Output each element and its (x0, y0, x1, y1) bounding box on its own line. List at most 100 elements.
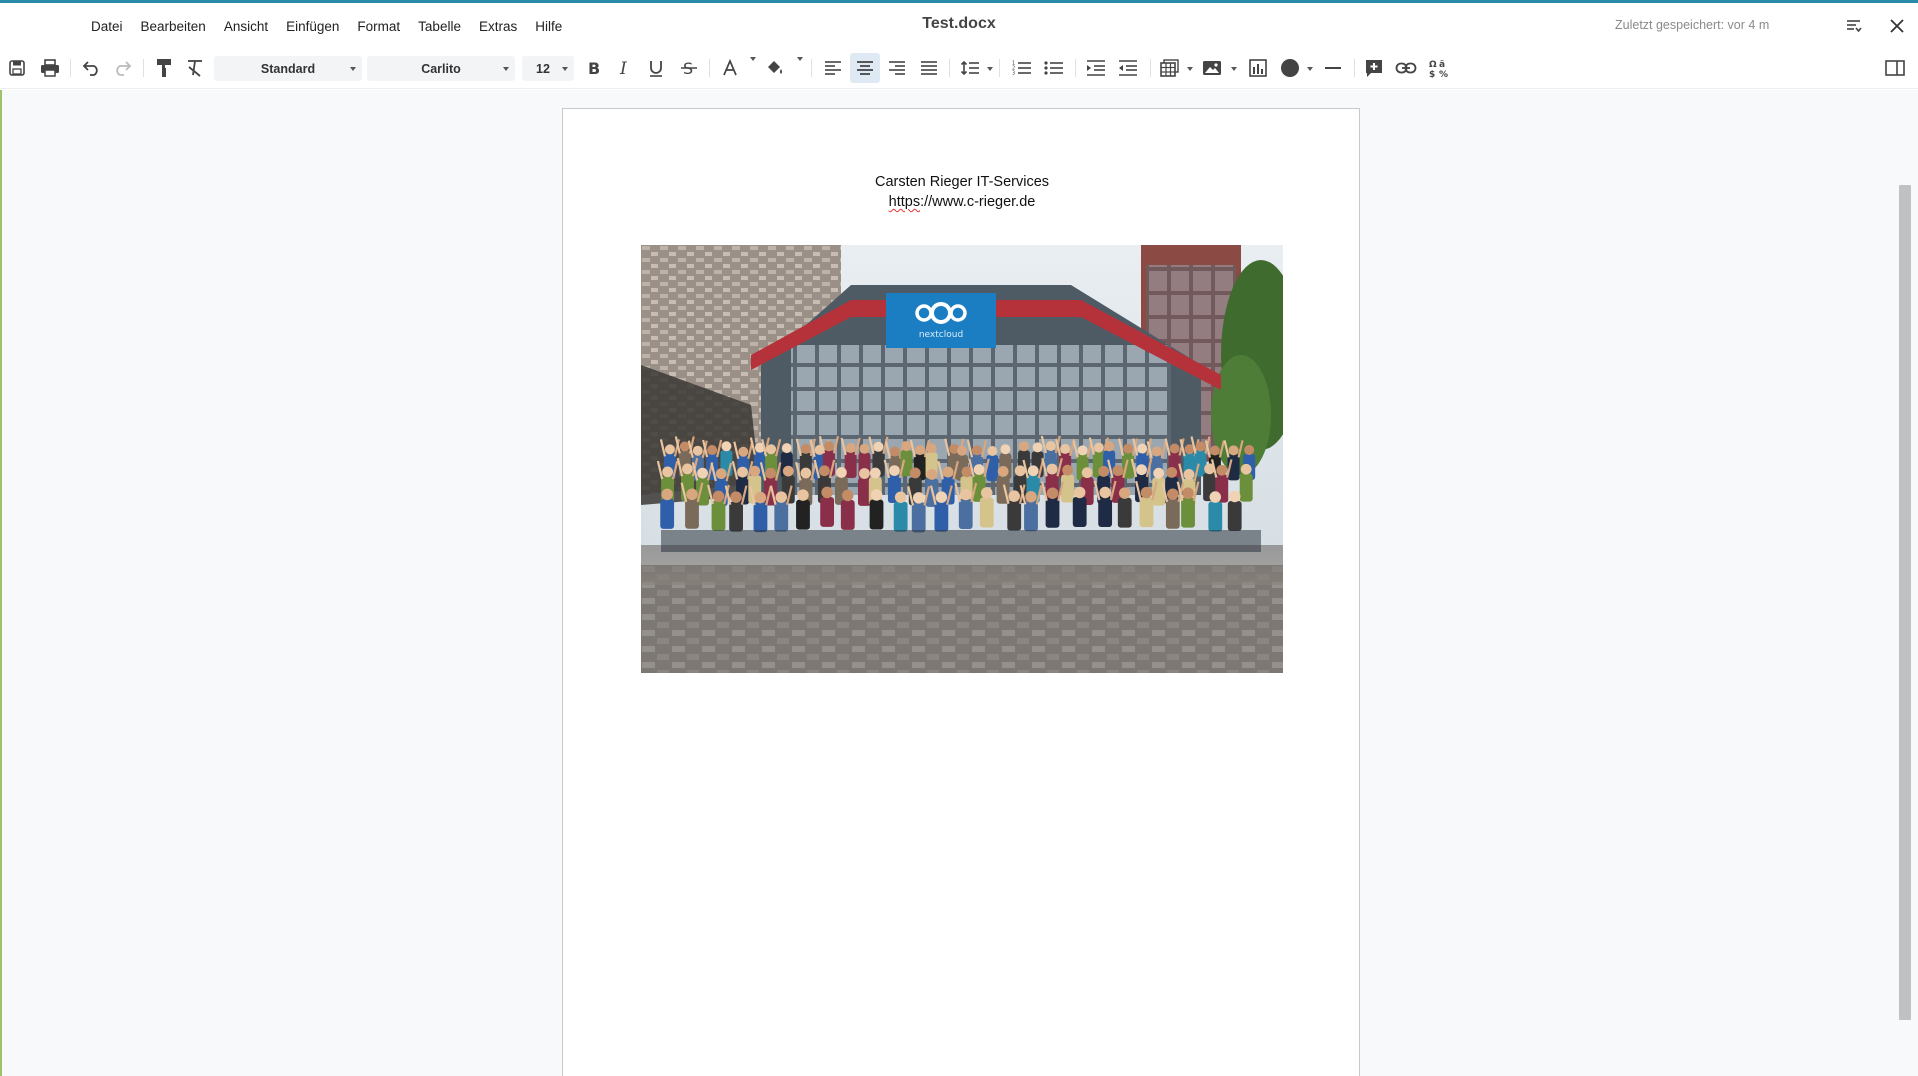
redo-button[interactable] (110, 55, 136, 81)
line-spacing-icon (960, 60, 979, 76)
underline-button[interactable] (644, 55, 668, 81)
insert-comment-button[interactable] (1361, 55, 1387, 81)
undo-button[interactable] (78, 55, 104, 81)
image-icon (1203, 61, 1221, 75)
outdent-icon (1119, 60, 1137, 76)
insert-shape-button[interactable] (1277, 55, 1303, 81)
font-color-dropdown-arrow[interactable] (750, 57, 756, 61)
clone-formatting-icon (157, 59, 171, 77)
line-spacing-dropdown-arrow[interactable] (987, 67, 993, 71)
url-misspelled-part: https (888, 194, 921, 210)
increase-indent-button[interactable] (1083, 55, 1109, 81)
paragraph-style-select[interactable]: Standard (214, 56, 362, 81)
menu-tabelle[interactable]: Tabelle (409, 15, 470, 38)
table-icon (1160, 59, 1179, 77)
image-dropdown-arrow[interactable] (1231, 67, 1237, 71)
saved-status: Zuletzt gespeichert: vor 4 m (1615, 18, 1770, 32)
menu-ansicht[interactable]: Ansicht (215, 15, 277, 38)
menubar: Datei Bearbeiten Ansicht Einfügen Format… (0, 3, 1918, 47)
italic-icon: I (619, 59, 627, 77)
font-name-select[interactable]: Carlito (367, 56, 515, 81)
menu-bearbeiten[interactable]: Bearbeiten (132, 15, 215, 38)
clear-formatting-icon (188, 60, 202, 77)
numbered-list-button[interactable]: 123 (1009, 55, 1035, 81)
underline-icon (650, 61, 662, 77)
decrease-indent-button[interactable] (1115, 55, 1141, 81)
italic-button[interactable]: I (613, 55, 637, 81)
align-left-icon (825, 61, 841, 75)
clone-formatting-button[interactable] (152, 55, 176, 81)
menu-hilfe[interactable]: Hilfe (526, 15, 571, 38)
insert-special-character-button[interactable]: Ωä $% (1425, 55, 1451, 81)
menu-datei[interactable]: Datei (82, 15, 132, 38)
align-right-icon (889, 61, 905, 75)
font-size-select[interactable]: 12 (522, 56, 574, 81)
hyperlink-icon (1395, 62, 1417, 74)
align-center-button[interactable] (850, 53, 880, 83)
svg-text:3: 3 (1012, 71, 1015, 77)
indent-icon (1087, 60, 1105, 76)
insert-hyperlink-button[interactable] (1393, 55, 1419, 81)
font-size-value: 12 (536, 61, 550, 76)
numbered-list-icon: 123 (1012, 61, 1031, 77)
align-left-button[interactable] (820, 55, 846, 81)
formatting-toolbar: Standard Carlito 12 B I S 123 Ω ä $ % (0, 47, 1918, 89)
document-page[interactable]: Carsten Rieger IT-Services https://www.c… (562, 108, 1360, 1076)
bullet-list-button[interactable] (1041, 55, 1067, 81)
menu-extras[interactable]: Extras (470, 15, 526, 38)
vertical-scrollbar[interactable] (1899, 185, 1911, 1020)
svg-text:$: $ (1429, 70, 1435, 78)
clear-formatting-button[interactable] (183, 55, 207, 81)
justify-button[interactable] (916, 55, 942, 81)
insert-chart-button[interactable] (1245, 55, 1271, 81)
bullet-list-icon (1044, 61, 1063, 75)
strikethrough-button[interactable]: S (677, 55, 701, 81)
comment-icon (1366, 60, 1382, 77)
chart-icon (1249, 59, 1267, 77)
sidebar-icon (1885, 60, 1905, 76)
line-spacing-button[interactable] (957, 55, 983, 81)
save-icon (9, 60, 25, 76)
font-color-icon (723, 59, 737, 76)
menu-format[interactable]: Format (348, 15, 409, 38)
url-rest: ://www.c-rieger.de (920, 194, 1036, 210)
print-button[interactable] (37, 55, 63, 81)
group-photo-image[interactable]: nextcloud (641, 245, 1283, 673)
highlight-button[interactable] (762, 55, 788, 81)
insert-image-button[interactable] (1199, 55, 1225, 81)
highlight-dropdown-arrow[interactable] (797, 57, 803, 61)
shape-dropdown-arrow[interactable] (1307, 67, 1313, 71)
close-document-button[interactable] (1884, 13, 1910, 39)
close-icon (1890, 19, 1904, 33)
document-header-line[interactable]: Carsten Rieger IT-Services (563, 174, 1361, 190)
justify-icon (921, 61, 937, 75)
paragraph-style-value: Standard (260, 61, 316, 76)
toggle-menubar-icon (1847, 20, 1862, 33)
document-url-line[interactable]: https://www.c-rieger.de (563, 194, 1361, 210)
svg-text:Ω: Ω (1429, 60, 1437, 70)
bold-icon: B (588, 59, 600, 77)
save-button[interactable] (5, 55, 29, 81)
toggle-sidebar-button[interactable] (1882, 55, 1908, 81)
document-title[interactable]: Test.docx (922, 15, 996, 32)
insert-table-button[interactable] (1157, 55, 1183, 81)
svg-text:%: % (1439, 70, 1448, 78)
svg-text:ä: ä (1439, 60, 1445, 70)
shape-icon (1281, 59, 1299, 77)
align-center-icon (857, 61, 873, 75)
menu-einfuegen[interactable]: Einfügen (277, 15, 348, 38)
bold-button[interactable]: B (582, 55, 606, 81)
banner-text: nextcloud (919, 330, 963, 340)
font-color-button[interactable] (717, 55, 743, 81)
svg-text:B: B (588, 59, 600, 77)
document-canvas[interactable]: Carsten Rieger IT-Services https://www.c… (0, 90, 1918, 1076)
special-character-icon: Ωä $% (1429, 60, 1448, 78)
print-icon (41, 59, 59, 77)
table-dropdown-arrow[interactable] (1187, 67, 1193, 71)
strikethrough-icon: S (681, 59, 697, 77)
align-right-button[interactable] (884, 55, 910, 81)
insert-horizontal-line-button[interactable] (1320, 55, 1346, 81)
undo-icon (82, 61, 98, 76)
toggle-menubar-button[interactable] (1841, 13, 1867, 39)
main-menu: Datei Bearbeiten Ansicht Einfügen Format… (82, 15, 571, 38)
